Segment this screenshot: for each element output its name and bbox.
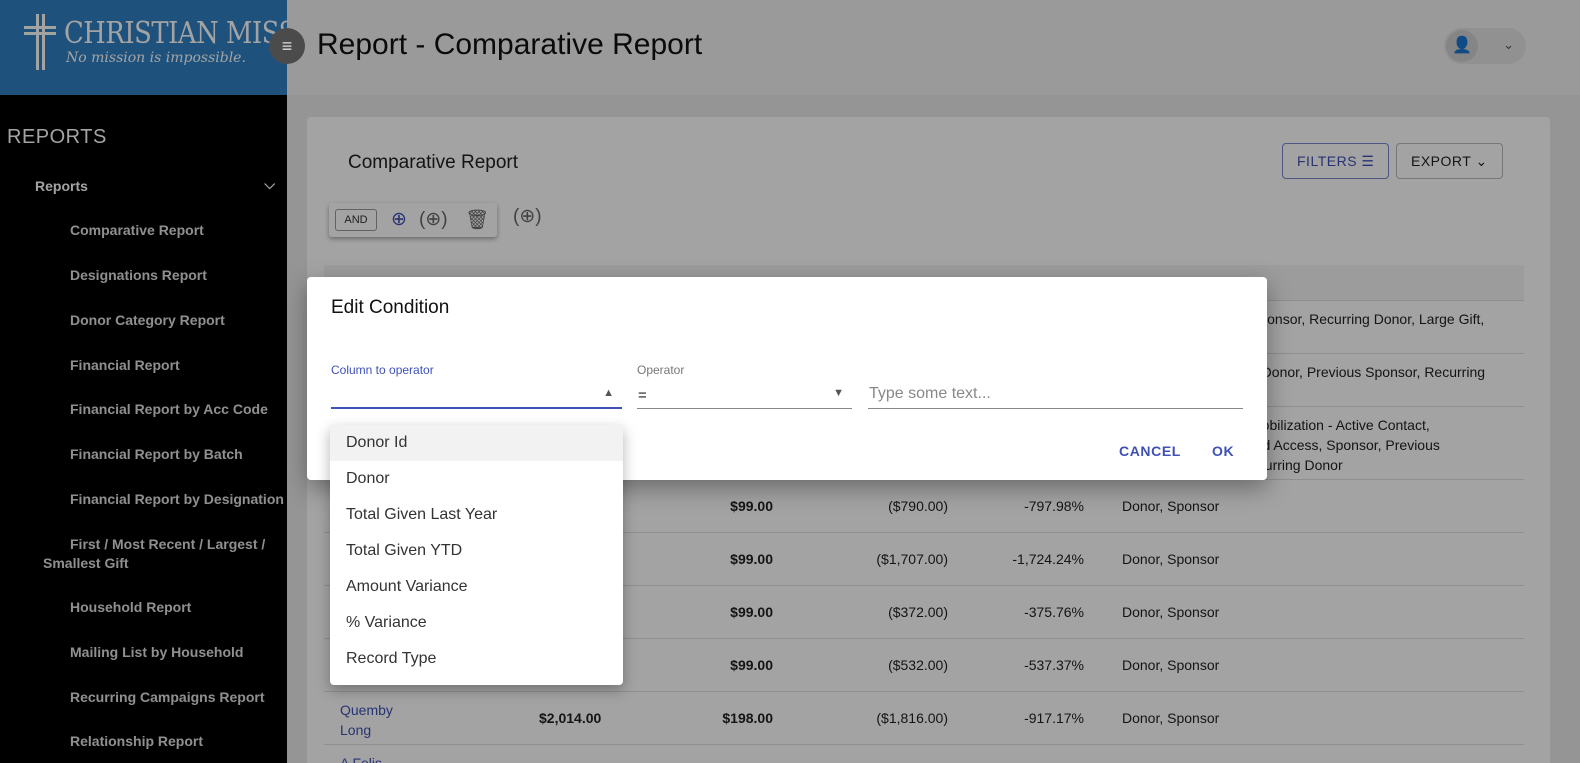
- column-options-menu: Donor Id Donor Total Given Last Year Tot…: [330, 425, 623, 685]
- option-record-type[interactable]: Record Type: [330, 641, 623, 677]
- value-placeholder: Type some text...: [869, 385, 991, 402]
- caret-down-icon: ▼: [833, 387, 844, 399]
- cancel-button[interactable]: CANCEL: [1119, 443, 1181, 459]
- option-donor[interactable]: Donor: [330, 461, 623, 497]
- option-total-given-ytd[interactable]: Total Given YTD: [330, 533, 623, 569]
- option-donor-id[interactable]: Donor Id: [330, 425, 623, 461]
- operator-label: Operator: [637, 363, 685, 377]
- menu-toggle-icon[interactable]: ≡: [269, 28, 305, 64]
- caret-up-icon: ▲: [603, 387, 614, 399]
- operator-value: =: [638, 387, 647, 404]
- dialog-title: Edit Condition: [331, 297, 450, 318]
- operator-select[interactable]: = ▼: [637, 381, 852, 409]
- column-select[interactable]: ▲: [331, 381, 622, 409]
- option-total-given-last-year[interactable]: Total Given Last Year: [330, 497, 623, 533]
- column-label: Column to operator: [331, 363, 434, 377]
- value-input[interactable]: Type some text...: [868, 381, 1243, 409]
- option-pct-variance[interactable]: % Variance: [330, 605, 623, 641]
- ok-button[interactable]: OK: [1212, 443, 1234, 459]
- option-amount-variance[interactable]: Amount Variance: [330, 569, 623, 605]
